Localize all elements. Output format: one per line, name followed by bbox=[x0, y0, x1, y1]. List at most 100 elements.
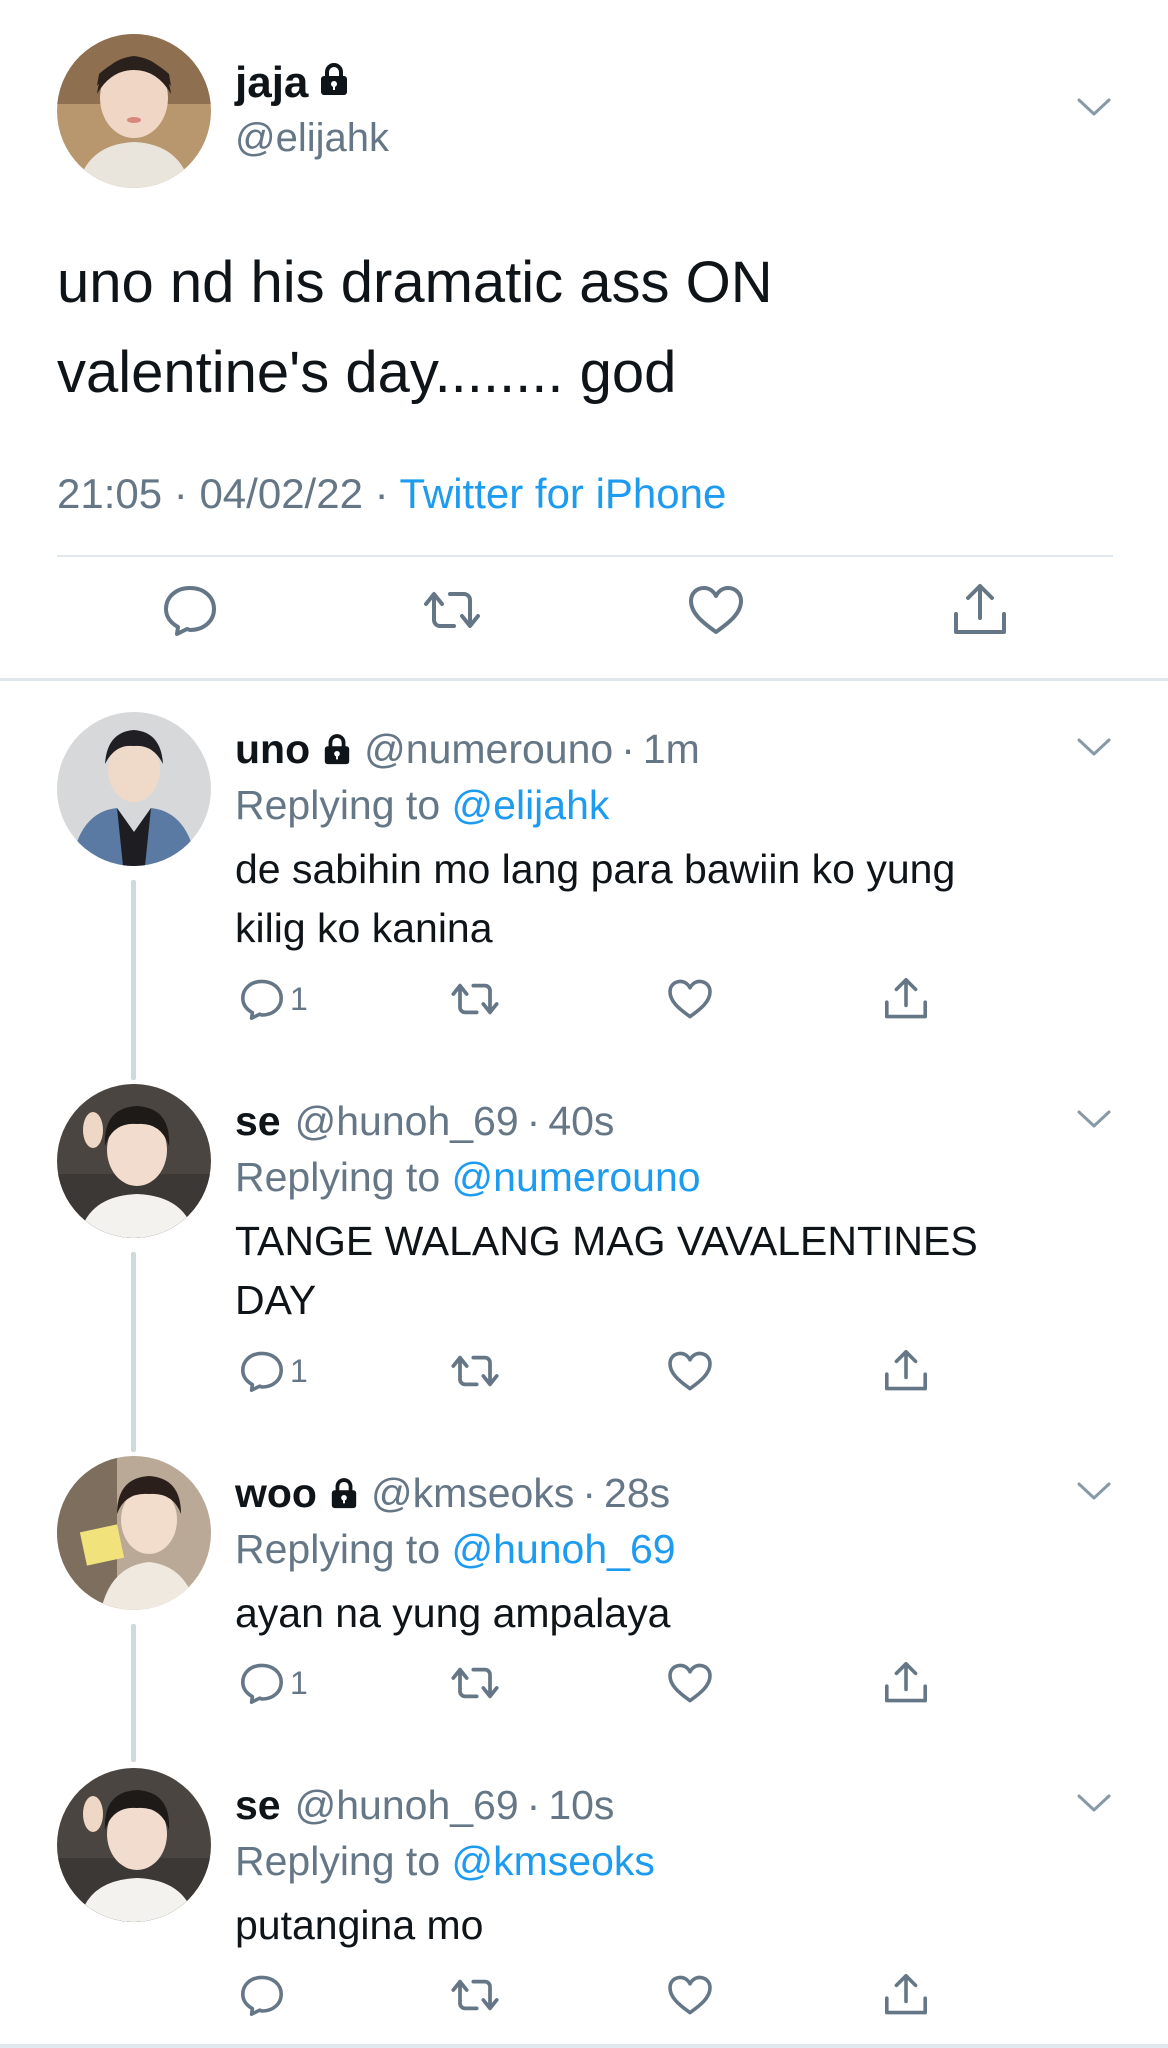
reply-time: 1m bbox=[642, 726, 700, 772]
reply-header: woo @kmseoks · 28s bbox=[235, 1470, 670, 1517]
reply-tweet[interactable]: se @hunoh_69 · 10s Replying to @kmseoks … bbox=[0, 1768, 1168, 2044]
share-button[interactable] bbox=[882, 1658, 930, 1708]
like-icon bbox=[668, 1663, 712, 1703]
like-button[interactable] bbox=[666, 1658, 714, 1708]
like-icon bbox=[689, 586, 743, 634]
reply-button[interactable] bbox=[238, 1970, 286, 2020]
reply-button[interactable]: 1 bbox=[238, 1346, 308, 1396]
retweet-icon bbox=[451, 1979, 499, 2011]
main-tweet: jaja @elijahk uno nd his dramatic ass ON… bbox=[0, 0, 1168, 680]
tweet-text: uno nd his dramatic ass ON valentine's d… bbox=[57, 238, 1117, 418]
lock-icon bbox=[329, 1477, 359, 1510]
display-name[interactable]: se bbox=[235, 1782, 281, 1829]
share-icon bbox=[954, 584, 1006, 634]
share-button[interactable] bbox=[882, 1970, 930, 2020]
share-button[interactable] bbox=[882, 1346, 930, 1396]
retweet-button[interactable] bbox=[450, 1346, 500, 1396]
retweet-icon bbox=[424, 592, 480, 628]
reply-header: se @hunoh_69 · 10s bbox=[235, 1782, 614, 1829]
tweet-actions bbox=[0, 580, 1168, 652]
meta-separator: · bbox=[374, 470, 389, 517]
reply-tweet[interactable]: se @hunoh_69 · 40s Replying to @numeroun… bbox=[0, 1084, 1168, 1454]
like-icon bbox=[668, 1975, 712, 2015]
author-handle[interactable]: @kmseoks bbox=[371, 1470, 574, 1517]
reply-time: 40s bbox=[548, 1098, 615, 1144]
display-name[interactable]: uno bbox=[235, 726, 310, 773]
reply-time: 28s bbox=[604, 1470, 671, 1516]
avatar[interactable] bbox=[57, 1084, 211, 1238]
divider bbox=[0, 2044, 1168, 2048]
meta-separator: · bbox=[173, 470, 188, 517]
tweet-actions bbox=[0, 1970, 1168, 2026]
reply-count: 1 bbox=[290, 980, 308, 1017]
author-name[interactable]: jaja bbox=[235, 58, 350, 108]
avatar[interactable] bbox=[57, 1768, 211, 1922]
divider bbox=[57, 555, 1113, 557]
reply-count: 1 bbox=[290, 1352, 308, 1389]
meta-separator: · bbox=[621, 726, 635, 772]
tweet-text-line: ayan na yung ampalaya bbox=[235, 1590, 671, 1636]
tweet-text-line: DAY bbox=[235, 1277, 317, 1323]
like-icon bbox=[668, 1351, 712, 1391]
chevron-down-icon[interactable] bbox=[1076, 736, 1112, 760]
replying-to-link[interactable]: @hunoh_69 bbox=[452, 1526, 676, 1572]
replying-label: Replying to bbox=[235, 1526, 441, 1572]
display-name[interactable]: woo bbox=[235, 1470, 317, 1517]
lock-icon bbox=[318, 58, 350, 108]
author-handle[interactable]: @hunoh_69 bbox=[295, 1098, 519, 1145]
replying-to: Replying to @elijahk bbox=[235, 782, 609, 829]
retweet-button[interactable] bbox=[422, 580, 482, 640]
chevron-down-icon[interactable] bbox=[1076, 1480, 1112, 1504]
like-button[interactable] bbox=[666, 1970, 714, 2020]
share-button[interactable] bbox=[882, 974, 930, 1024]
reply-icon bbox=[241, 979, 283, 1020]
avatar[interactable] bbox=[57, 712, 211, 866]
reply-tweet[interactable]: uno @numerouno · 1m Replying to @elijahk… bbox=[0, 712, 1168, 1082]
author-handle[interactable]: @elijahk bbox=[235, 116, 389, 161]
replying-to: Replying to @hunoh_69 bbox=[235, 1526, 676, 1573]
display-name[interactable]: se bbox=[235, 1098, 281, 1145]
tweet-date: 04/02/22 bbox=[199, 470, 363, 517]
share-icon bbox=[885, 1662, 927, 1703]
chevron-down-icon[interactable] bbox=[1076, 1108, 1112, 1132]
replying-to-link[interactable]: @kmseoks bbox=[452, 1838, 655, 1884]
reply-button[interactable]: 1 bbox=[238, 1658, 308, 1708]
reply-header: se @hunoh_69 · 40s bbox=[235, 1098, 614, 1145]
author-handle[interactable]: @numerouno bbox=[364, 726, 613, 773]
replying-to-link[interactable]: @elijahk bbox=[452, 782, 610, 828]
chevron-down-icon[interactable] bbox=[1076, 1792, 1112, 1816]
author-handle[interactable]: @hunoh_69 bbox=[295, 1782, 519, 1829]
avatar[interactable] bbox=[57, 34, 211, 188]
share-button[interactable] bbox=[950, 580, 1010, 640]
meta-separator: · bbox=[526, 1098, 541, 1144]
tweet-source-link[interactable]: Twitter for iPhone bbox=[400, 470, 727, 517]
retweet-button[interactable] bbox=[450, 1970, 500, 2020]
tweet-text-line: kilig ko kanina bbox=[235, 905, 493, 951]
display-name: jaja bbox=[235, 58, 309, 107]
chevron-down-icon[interactable] bbox=[1076, 96, 1112, 120]
share-icon bbox=[885, 1350, 927, 1391]
reply-icon bbox=[241, 1975, 283, 2016]
tweet-actions: 1 bbox=[0, 974, 1168, 1030]
reply-icon bbox=[241, 1351, 283, 1392]
retweet-button[interactable] bbox=[450, 1658, 500, 1708]
retweet-button[interactable] bbox=[450, 974, 500, 1024]
share-icon bbox=[885, 1974, 927, 2015]
avatar[interactable] bbox=[57, 1456, 211, 1610]
retweet-icon bbox=[451, 1667, 499, 1699]
tweet-actions: 1 bbox=[0, 1346, 1168, 1402]
tweet-meta: 21:05 · 04/02/22 · Twitter for iPhone bbox=[57, 470, 726, 518]
replying-label: Replying to bbox=[235, 782, 441, 828]
replying-to: Replying to @numerouno bbox=[235, 1154, 701, 1201]
replying-to-link[interactable]: @numerouno bbox=[452, 1154, 701, 1200]
tweet-actions: 1 bbox=[0, 1658, 1168, 1714]
like-button[interactable] bbox=[686, 580, 746, 640]
tweet-text-line: putangina mo bbox=[235, 1902, 484, 1948]
reply-button[interactable]: 1 bbox=[238, 974, 308, 1024]
replying-label: Replying to bbox=[235, 1154, 441, 1200]
like-button[interactable] bbox=[666, 1346, 714, 1396]
reply-tweet[interactable]: woo @kmseoks · 28s Replying to @hunoh_69… bbox=[0, 1456, 1168, 1766]
reply-header: uno @numerouno · 1m bbox=[235, 726, 700, 773]
reply-button[interactable] bbox=[160, 580, 220, 640]
like-button[interactable] bbox=[666, 974, 714, 1024]
